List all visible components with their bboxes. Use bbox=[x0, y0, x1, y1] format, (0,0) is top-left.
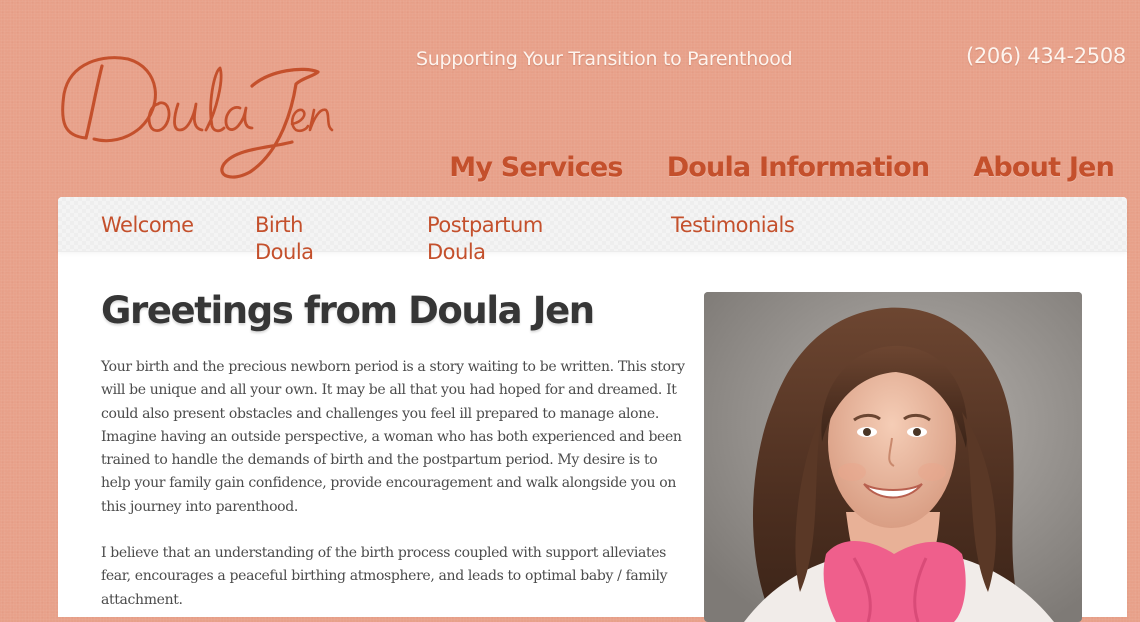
nav-item-about-jen[interactable]: About Jen bbox=[973, 152, 1114, 183]
portrait-illustration bbox=[704, 292, 1082, 622]
nav-item-doula-information[interactable]: Doula Information bbox=[667, 152, 930, 183]
subnav-item-postpartum-doula[interactable]: Postpartum Doula bbox=[427, 212, 543, 266]
site-tagline: Supporting Your Transition to Parenthood bbox=[416, 48, 793, 70]
subnav-item-testimonials[interactable]: Testimonials bbox=[671, 212, 795, 239]
site-header: Supporting Your Transition to Parenthood… bbox=[0, 0, 1140, 197]
doula-jen-logo[interactable] bbox=[56, 44, 346, 189]
belief-paragraph: I believe that an understanding of the b… bbox=[101, 545, 668, 608]
content-panel: Welcome Birth Doula Postpartum Doula Tes… bbox=[58, 197, 1127, 622]
subnav-item-birth-doula[interactable]: Birth Doula bbox=[255, 212, 314, 266]
subnav-item-welcome[interactable]: Welcome bbox=[101, 212, 194, 239]
main-navigation: My Services Doula Information About Jen bbox=[405, 152, 1115, 183]
page-title: Greetings from Doula Jen bbox=[101, 289, 595, 332]
intro-paragraph: Your birth and the precious newborn peri… bbox=[101, 359, 685, 515]
sub-navigation: Welcome Birth Doula Postpartum Doula Tes… bbox=[58, 197, 1127, 264]
portrait-photo bbox=[704, 292, 1082, 622]
nav-item-my-services[interactable]: My Services bbox=[449, 152, 623, 183]
phone-number[interactable]: (206) 434-2508 bbox=[966, 44, 1126, 68]
main-content: Greetings from Doula Jen Your birth and … bbox=[101, 289, 686, 612]
